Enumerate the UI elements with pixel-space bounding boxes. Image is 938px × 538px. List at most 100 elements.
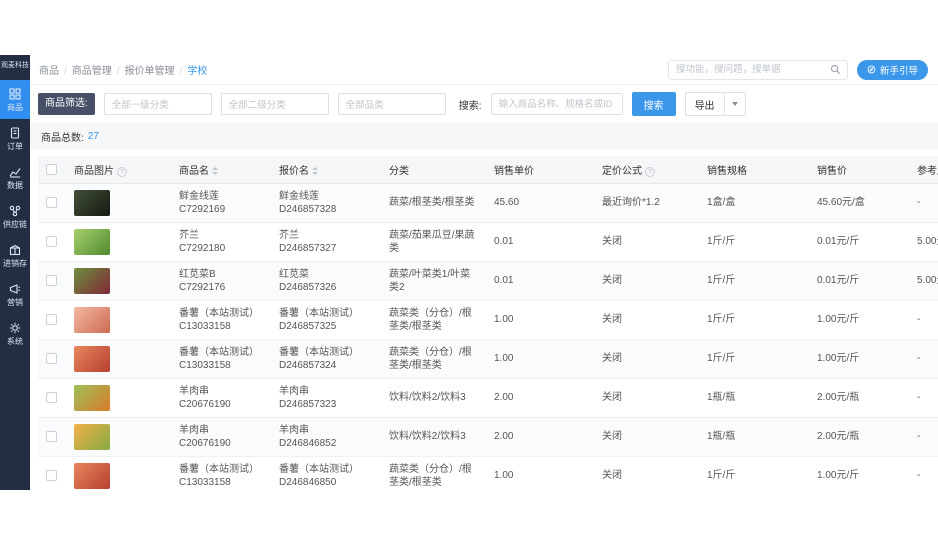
export-button[interactable]: 导出 bbox=[684, 92, 746, 116]
sale-spec: 1斤/斤 bbox=[707, 353, 736, 364]
row-checkbox[interactable] bbox=[46, 391, 57, 403]
product-code: C13033158 bbox=[179, 359, 231, 371]
marketing-icon bbox=[9, 284, 21, 294]
col-header-pricing-formula: 定价公式 bbox=[602, 165, 642, 177]
sidebar-item-settings[interactable]: 系统 bbox=[0, 314, 30, 353]
category-text: 饮料/饮料2/饮料3 bbox=[389, 431, 466, 442]
category-text: 蔬菜类（分仓）/根茎类/根茎类 bbox=[389, 307, 472, 332]
sidebar: 观麦科技 商品 订单 数据 供应链 进销存 营销 系统 bbox=[0, 55, 30, 490]
reference-cost: 5.00元 bbox=[917, 236, 938, 247]
product-image[interactable] bbox=[74, 345, 110, 372]
reference-cost: - bbox=[917, 197, 921, 208]
product-code: C13033158 bbox=[179, 320, 231, 332]
category-text: 蔬菜类（分仓）/根茎类/根茎类 bbox=[389, 463, 472, 488]
sidebar-item-supply-chain[interactable]: 供应链 bbox=[0, 197, 30, 236]
quote-code: D246846852 bbox=[279, 437, 337, 449]
category-level3-select[interactable]: 全部品类 bbox=[337, 93, 446, 115]
sale-spec: 1瓶/瓶 bbox=[707, 431, 736, 442]
pricing-formula: 关闭 bbox=[602, 236, 622, 247]
reference-cost: - bbox=[917, 431, 921, 442]
product-image[interactable] bbox=[74, 306, 110, 333]
breadcrumb-item-quote-management[interactable]: 报价单管理 bbox=[112, 62, 175, 77]
filter-bar: 商品筛选: 全部一级分类 全部二级分类 全部品类 搜索: 搜索 导出 bbox=[30, 85, 938, 123]
product-name: 番薯（本站测试） bbox=[179, 307, 259, 319]
product-code: C13033158 bbox=[179, 476, 231, 488]
global-search[interactable] bbox=[667, 59, 848, 80]
row-checkbox[interactable] bbox=[46, 274, 57, 286]
sale-price: 1.00元/斤 bbox=[817, 353, 860, 364]
row-checkbox[interactable] bbox=[46, 235, 57, 247]
search-icon[interactable] bbox=[830, 64, 841, 75]
sale-price: 0.01元/斤 bbox=[817, 275, 860, 286]
category-text: 蔬菜/叶菜类1/叶菜类2 bbox=[389, 268, 471, 293]
quote-name: 番薯（本站测试） bbox=[279, 307, 359, 319]
product-table: 商品图片 商品名 报价名 分类 销售单价 定价公式 销售规格 销售价 参考成 鲜… bbox=[38, 156, 938, 490]
product-image[interactable] bbox=[74, 423, 110, 450]
sidebar-item-data[interactable]: 数据 bbox=[0, 158, 30, 197]
unit-price: 1.00 bbox=[494, 353, 514, 364]
search-label: 搜索: bbox=[458, 100, 482, 112]
category-text: 饮料/饮料2/饮料3 bbox=[389, 392, 466, 403]
sort-icon[interactable] bbox=[212, 167, 218, 175]
table-body: 鲜金线莲 C7292169 鲜金线莲 D246857328 蔬菜/根茎类/根茎类… bbox=[38, 183, 938, 490]
category-level1-select[interactable]: 全部一级分类 bbox=[103, 93, 212, 115]
quote-name: 芥兰 bbox=[279, 229, 299, 241]
category-level2-select[interactable]: 全部二级分类 bbox=[220, 93, 329, 115]
pricing-formula: 关闭 bbox=[602, 470, 622, 481]
supply-chain-icon bbox=[9, 205, 21, 217]
product-image[interactable] bbox=[74, 228, 110, 255]
reference-cost: - bbox=[917, 392, 921, 403]
sort-icon[interactable] bbox=[312, 167, 318, 175]
reference-cost: - bbox=[917, 314, 921, 325]
quote-name: 番薯（本站测试） bbox=[279, 463, 359, 475]
global-search-input[interactable] bbox=[668, 64, 830, 75]
row-checkbox[interactable] bbox=[46, 469, 57, 481]
col-header-sale-spec: 销售规格 bbox=[707, 165, 747, 177]
select-all-checkbox[interactable] bbox=[46, 163, 57, 175]
pricing-formula: 关闭 bbox=[602, 353, 622, 364]
breadcrumb-item-product-management[interactable]: 商品管理 bbox=[59, 62, 112, 77]
sidebar-item-inventory[interactable]: 进销存 bbox=[0, 236, 30, 275]
sidebar-item-products[interactable]: 商品 bbox=[0, 80, 30, 119]
product-search-input[interactable] bbox=[490, 93, 623, 115]
sale-price: 1.00元/斤 bbox=[817, 470, 860, 481]
help-icon[interactable] bbox=[645, 166, 655, 177]
unit-price: 45.60 bbox=[494, 197, 520, 208]
help-icon[interactable] bbox=[117, 166, 127, 177]
product-image[interactable] bbox=[74, 384, 110, 411]
breadcrumb-item-school[interactable]: 学校 bbox=[175, 62, 207, 77]
product-image[interactable] bbox=[74, 462, 110, 489]
product-name: 羊肉串 bbox=[179, 424, 209, 436]
category-text: 蔬菜类（分仓）/根茎类/根茎类 bbox=[389, 346, 472, 371]
table-row: 鲜金线莲 C7292169 鲜金线莲 D246857328 蔬菜/根茎类/根茎类… bbox=[38, 183, 938, 223]
sale-spec: 1斤/斤 bbox=[707, 236, 736, 247]
guide-button-label: 新手引导 bbox=[879, 65, 918, 77]
chevron-down-icon[interactable] bbox=[723, 93, 745, 115]
pricing-formula: 关闭 bbox=[602, 392, 622, 403]
col-header-unit-price: 销售单价 bbox=[494, 165, 534, 177]
total-count-label: 商品总数: bbox=[41, 132, 84, 144]
guide-button[interactable]: 新手引导 bbox=[856, 59, 928, 80]
sidebar-item-orders[interactable]: 订单 bbox=[0, 119, 30, 158]
product-image[interactable] bbox=[74, 267, 110, 294]
breadcrumb-item-products[interactable]: 商品 bbox=[39, 62, 59, 77]
sidebar-item-marketing[interactable]: 营销 bbox=[0, 275, 30, 314]
product-name: 羊肉串 bbox=[179, 385, 209, 397]
sale-price: 45.60元/盒 bbox=[817, 197, 865, 208]
products-icon bbox=[9, 88, 21, 100]
inventory-icon bbox=[9, 244, 21, 256]
quote-name: 羊肉串 bbox=[279, 385, 309, 397]
summary-bar: 商品总数: 27 bbox=[30, 123, 938, 149]
quote-code: D246857323 bbox=[279, 398, 337, 410]
sale-price: 0.01元/斤 bbox=[817, 236, 860, 247]
unit-price: 1.00 bbox=[494, 314, 514, 325]
unit-price: 1.00 bbox=[494, 470, 514, 481]
row-checkbox[interactable] bbox=[46, 313, 57, 325]
quote-name: 鲜金线莲 bbox=[279, 190, 319, 202]
row-checkbox[interactable] bbox=[46, 430, 57, 442]
row-checkbox[interactable] bbox=[46, 196, 57, 208]
product-image[interactable] bbox=[74, 189, 110, 216]
row-checkbox[interactable] bbox=[46, 352, 57, 364]
search-button[interactable]: 搜索 bbox=[631, 92, 676, 116]
filter-tag: 商品筛选: bbox=[38, 93, 95, 115]
